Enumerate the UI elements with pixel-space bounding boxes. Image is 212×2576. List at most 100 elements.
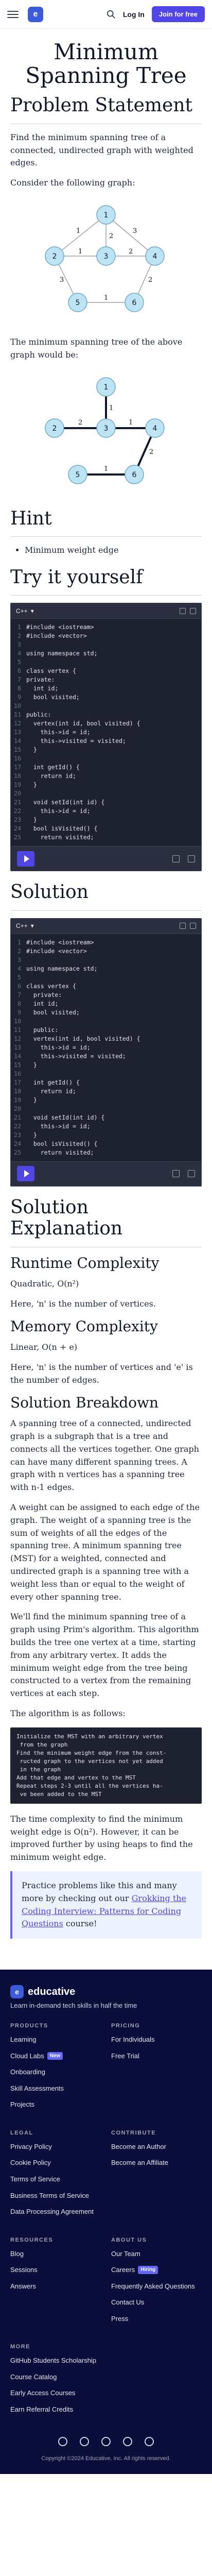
footer-link[interactable]: Answers xyxy=(10,2282,101,2291)
edge-weight: 2 xyxy=(149,448,153,456)
expand-icon[interactable] xyxy=(190,607,196,614)
line-number: 1 xyxy=(17,623,21,631)
editor-header: C++ ▾ xyxy=(11,918,201,934)
code-line: 12 vertex(int id, bool visited) { xyxy=(11,1035,201,1043)
footer-link[interactable]: Course Catalog xyxy=(10,2372,202,2382)
footer-link[interactable]: Data Processing Agreement xyxy=(10,2207,101,2216)
footer-link[interactable]: Free Trial xyxy=(111,2052,202,2061)
fullscreen-icon[interactable] xyxy=(188,855,195,862)
language-select[interactable]: C++ ▾ xyxy=(16,607,34,615)
run-button[interactable] xyxy=(17,851,34,867)
logo[interactable]: e xyxy=(28,6,43,22)
linkedin-icon[interactable] xyxy=(80,2436,89,2446)
code-text: void setId(int id) { xyxy=(26,1113,105,1121)
instagram-icon[interactable] xyxy=(145,2436,154,2446)
code-text: bool visited; xyxy=(26,1008,80,1016)
language-select[interactable]: C++ ▾ xyxy=(16,922,34,929)
footer-link[interactable]: Earn Referral Credits xyxy=(10,2405,202,2414)
edge-weight: 2 xyxy=(148,276,152,284)
code-text: private: xyxy=(26,991,62,998)
line-number: 10 xyxy=(14,1017,21,1025)
footer-link[interactable]: Cloud Labs New xyxy=(10,2052,101,2061)
run-button[interactable] xyxy=(17,1166,34,1182)
edge-weight: 1 xyxy=(104,465,108,473)
footer-link[interactable]: Frequently Asked Questions xyxy=(111,2282,202,2291)
settings-icon[interactable] xyxy=(180,607,186,614)
twitter-icon[interactable] xyxy=(101,2436,111,2446)
code-line: 6 class vertex { xyxy=(11,667,201,675)
footer-link[interactable]: Business Terms of Service xyxy=(10,2191,101,2200)
fullscreen-icon[interactable] xyxy=(188,1170,195,1178)
code-text: vertex(int id, bool visited) { xyxy=(26,1035,140,1042)
footer-link[interactable]: Skill Assessments xyxy=(10,2084,101,2093)
search-icon[interactable] xyxy=(107,10,116,19)
code-editor[interactable]: C++ ▾ 1 #include <iostream> 2 #include <vect… xyxy=(10,603,202,872)
login-link[interactable]: Log In xyxy=(123,10,145,19)
code-line: 14 this->visited = visited; xyxy=(11,1052,201,1061)
code-area[interactable]: 1 #include <iostream> 2 #include <vector> 3 4… xyxy=(11,934,201,1161)
code-text: bool isVisited() { xyxy=(26,1140,98,1147)
solution-editor[interactable]: C++ ▾ 1 #include <iostream> 2 #include <vect… xyxy=(10,918,202,1187)
code-line: 4 using namespace std; xyxy=(11,964,201,973)
footer-link-label: Careers xyxy=(111,2266,135,2274)
code-text: return id; xyxy=(26,772,76,780)
menu-icon[interactable] xyxy=(7,10,19,18)
code-text: } xyxy=(26,746,37,754)
footer-link[interactable]: For Individuals xyxy=(111,2035,202,2044)
footer-link[interactable]: Contact Us xyxy=(111,2298,202,2307)
footer-link[interactable]: Become an Affiliate xyxy=(111,2158,202,2167)
footer-link[interactable]: Sessions xyxy=(10,2265,101,2275)
line-number: 3 xyxy=(17,641,21,649)
code-text: using namespace std; xyxy=(26,964,98,972)
line-number: 8 xyxy=(17,999,21,1007)
code-text: } xyxy=(26,1096,37,1104)
expand-icon[interactable] xyxy=(190,923,196,929)
join-button[interactable]: Join for free xyxy=(151,6,205,22)
hint-heading: Hint xyxy=(10,507,52,529)
language-label: C++ xyxy=(16,922,28,930)
code-line: 13 this->id = id; xyxy=(11,728,201,737)
line-number: 15 xyxy=(14,1061,21,1069)
footer-link[interactable]: Learning xyxy=(10,2035,101,2044)
line-number: 20 xyxy=(14,790,21,798)
footer-tagline: Learn in-demand tech skills in half the … xyxy=(10,2002,137,2010)
line-number: 22 xyxy=(14,1122,21,1130)
line-number: 12 xyxy=(14,1035,21,1042)
settings-icon[interactable] xyxy=(180,923,186,929)
line-number: 17 xyxy=(14,1078,21,1086)
editor-footer xyxy=(11,1161,201,1186)
code-text: #include <vector> xyxy=(26,947,87,955)
footer-link[interactable]: GitHub Students Scholarship xyxy=(10,2356,202,2365)
code-text: } xyxy=(26,1131,37,1139)
line-number: 23 xyxy=(14,816,21,824)
code-line: 25 return visited; xyxy=(11,833,201,842)
code-text: } xyxy=(26,1061,37,1069)
footer-link[interactable]: Our Team xyxy=(111,2249,202,2259)
footer-brand[interactable]: e educative xyxy=(10,1985,202,1999)
footer-link[interactable]: Privacy Policy xyxy=(10,2142,101,2151)
line-number: 25 xyxy=(14,1148,21,1156)
footer-link[interactable]: Press xyxy=(111,2314,202,2324)
line-number: 2 xyxy=(17,632,21,640)
footer-link[interactable]: Blog xyxy=(10,2249,101,2259)
reset-icon[interactable] xyxy=(172,855,180,862)
edge-weight: 1 xyxy=(78,248,82,256)
chevron-down-icon: ▾ xyxy=(30,922,34,930)
footer-link[interactable]: Onboarding xyxy=(10,2067,101,2077)
footer-link[interactable]: Terms of Service xyxy=(10,2175,101,2184)
footer-link[interactable]: Cookie Policy xyxy=(10,2158,101,2167)
reset-icon[interactable] xyxy=(172,1170,180,1178)
footer-link[interactable]: Early Access Courses xyxy=(10,2388,202,2398)
footer-link[interactable]: Careers Hiring xyxy=(111,2265,202,2275)
facebook-icon[interactable] xyxy=(58,2436,67,2446)
code-text: public: xyxy=(26,711,51,719)
edge-weight: 2 xyxy=(129,248,133,256)
logo-letter: e xyxy=(33,9,38,19)
code-line: 10 xyxy=(11,1017,201,1026)
line-number: 23 xyxy=(14,1131,21,1139)
code-area[interactable]: 1 #include <iostream> 2 #include <vector> 3 4… xyxy=(11,619,201,846)
code-text: } xyxy=(26,781,37,789)
youtube-icon[interactable] xyxy=(123,2436,132,2446)
footer-link[interactable]: Become an Author xyxy=(111,2142,202,2151)
footer-link[interactable]: Projects xyxy=(10,2100,101,2109)
